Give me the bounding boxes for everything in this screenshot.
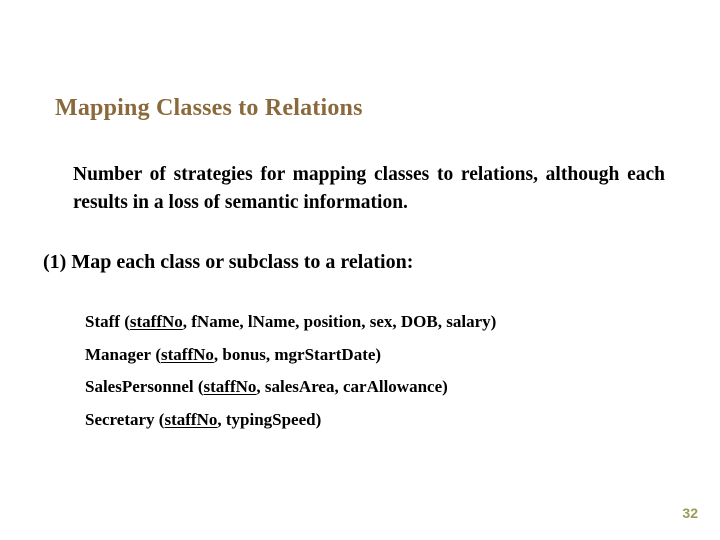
list-item: Staff (staffNo, fName, lName, position, … <box>85 306 685 339</box>
relation-attributes: , bonus, mgrStartDate) <box>213 344 382 364</box>
page-number: 32 <box>682 505 698 521</box>
intro-paragraph: Number of strategies for mapping classes… <box>73 163 665 213</box>
primary-key: staffNo <box>164 409 218 429</box>
relation-name: SalesPersonnel <box>85 377 194 397</box>
presentation-slide: Mapping Classes to Relations Number of s… <box>0 0 720 540</box>
relation-name: Secretary <box>85 409 155 429</box>
relation-name: Staff <box>85 312 120 331</box>
relation-attributes: , typingSpeed) <box>217 409 322 429</box>
page-title: Mapping Classes to Relations <box>55 95 363 122</box>
step-1-label: (1) Map each class or subclass to a rela… <box>43 251 414 273</box>
list-item: Manager (staffNo, bonus, mgrStartDate) <box>85 339 685 372</box>
primary-key: staffNo <box>203 377 257 397</box>
relation-attributes: , salesArea, carAllowance) <box>256 377 448 397</box>
primary-key: staffNo <box>129 312 183 331</box>
relation-name: Manager <box>85 344 152 364</box>
list-item: Secretary (staffNo, typingSpeed) <box>85 404 685 437</box>
relation-list: Staff (staffNo, fName, lName, position, … <box>85 306 685 437</box>
primary-key: staffNo <box>161 344 214 364</box>
relation-attributes: , fName, lName, position, sex, DOB, sala… <box>182 312 497 331</box>
list-item: SalesPersonnel (staffNo, salesArea, carA… <box>85 371 685 404</box>
